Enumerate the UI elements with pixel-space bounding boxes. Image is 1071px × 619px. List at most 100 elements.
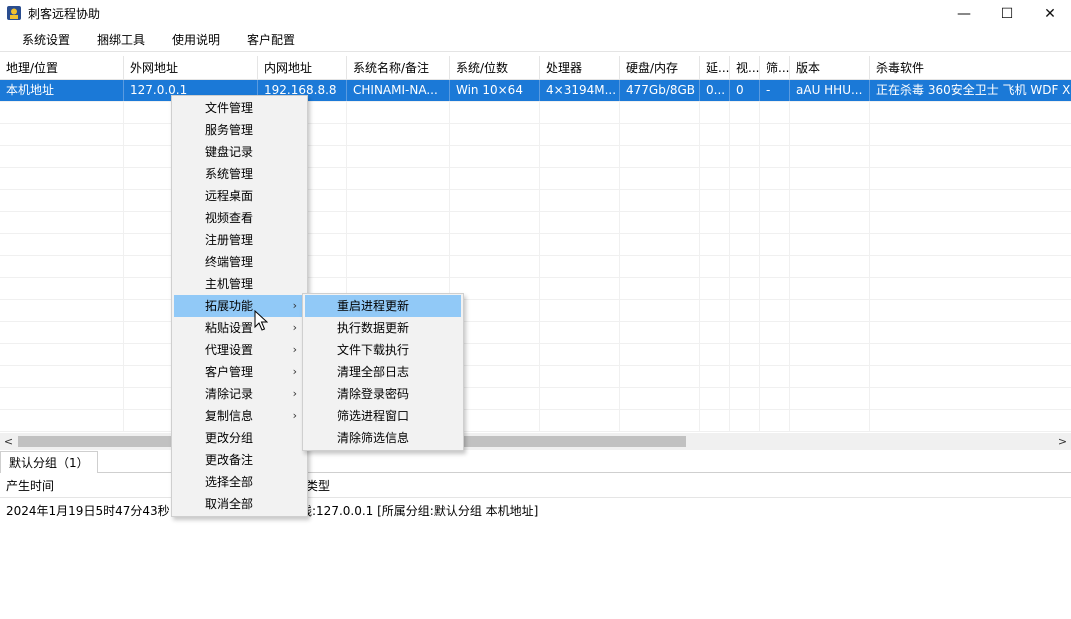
- grid-line: [699, 344, 700, 366]
- context-menu-item[interactable]: 拓展功能 ›: [174, 295, 305, 317]
- grid-line: [699, 124, 700, 146]
- table-row-empty[interactable]: [0, 388, 1071, 410]
- column-header-os-bits[interactable]: 系统/位数: [450, 56, 540, 80]
- log-column-time[interactable]: 产生时间: [0, 474, 54, 498]
- context-menu-item[interactable]: 系统管理: [174, 163, 305, 185]
- table-row-empty[interactable]: [0, 212, 1071, 234]
- grid-line: [619, 344, 620, 366]
- grid-line: [346, 234, 347, 256]
- grid-line: [869, 168, 870, 190]
- grid-line: [789, 366, 790, 388]
- grid-line: [869, 322, 870, 344]
- grid-line: [619, 168, 620, 190]
- column-header-cpu[interactable]: 处理器: [540, 56, 620, 80]
- table-row-empty[interactable]: [0, 410, 1071, 432]
- grid-line: [729, 146, 730, 168]
- column-header-latency[interactable]: 延...: [700, 56, 730, 80]
- context-menu-item[interactable]: 主机管理: [174, 273, 305, 295]
- submenu-item[interactable]: 清除登录密码: [305, 383, 461, 405]
- context-menu-item[interactable]: 更改备注: [174, 449, 305, 471]
- context-menu-item[interactable]: 粘贴设置 ›: [174, 317, 305, 339]
- context-menu-item[interactable]: 代理设置 ›: [174, 339, 305, 361]
- grid-line: [729, 190, 730, 212]
- minimize-button[interactable]: —: [941, 0, 987, 28]
- grid-line: [539, 168, 540, 190]
- grid-line: [539, 124, 540, 146]
- context-menu-item[interactable]: 视频查看: [174, 207, 305, 229]
- context-menu-item[interactable]: 注册管理: [174, 229, 305, 251]
- table-row-empty[interactable]: [0, 168, 1071, 190]
- context-menu-item[interactable]: 文件管理: [174, 97, 305, 119]
- table-row-empty[interactable]: [0, 322, 1071, 344]
- column-header-version[interactable]: 版本: [790, 56, 870, 80]
- horizontal-scrollbar[interactable]: < >: [0, 433, 1071, 450]
- column-header-lan-ip[interactable]: 内网地址: [258, 56, 347, 80]
- context-menu-item[interactable]: 客户管理 ›: [174, 361, 305, 383]
- scroll-left-arrow-icon[interactable]: <: [0, 433, 17, 450]
- grid-line: [123, 234, 124, 256]
- tab-default-group[interactable]: 默认分组（1）: [0, 451, 98, 473]
- grid-line: [123, 102, 124, 124]
- context-menu-item-label: 更改备注: [205, 453, 254, 467]
- table-row-empty[interactable]: [0, 146, 1071, 168]
- menu-bar: 系统设置 捆绑工具 使用说明 客户配置: [0, 28, 1071, 52]
- context-menu-item[interactable]: 键盘记录: [174, 141, 305, 163]
- context-menu-item[interactable]: 远程桌面: [174, 185, 305, 207]
- scroll-right-arrow-icon[interactable]: >: [1054, 433, 1071, 450]
- column-header-video[interactable]: 视...: [730, 56, 760, 80]
- table-row-empty[interactable]: [0, 300, 1071, 322]
- submenu-item[interactable]: 清理全部日志: [305, 361, 461, 383]
- context-menu-item[interactable]: 复制信息 ›: [174, 405, 305, 427]
- grid-line: [869, 102, 870, 124]
- column-header-antivirus[interactable]: 杀毒软件: [870, 56, 1071, 80]
- extension-submenu: 重启进程更新 执行数据更新 文件下载执行 清理全部日志 清除登录密码 筛选进程窗口 清除筛选…: [302, 293, 464, 451]
- submenu-item[interactable]: 清除筛选信息: [305, 427, 461, 449]
- submenu-item[interactable]: 筛选进程窗口: [305, 405, 461, 427]
- grid-line: [699, 388, 700, 410]
- table-body: 本机地址 127.0.0.1 192.168.8.8 CHINAMI-NA...…: [0, 80, 1071, 433]
- grid-line: [789, 278, 790, 300]
- table-row-empty[interactable]: [0, 278, 1071, 300]
- context-menu-item[interactable]: 更改分组: [174, 427, 305, 449]
- grid-line: [869, 344, 870, 366]
- table-row-empty[interactable]: [0, 234, 1071, 256]
- context-menu-item[interactable]: 取消全部: [174, 493, 305, 515]
- maximize-button[interactable]: ☐: [984, 0, 1030, 28]
- table-row-empty[interactable]: [0, 344, 1071, 366]
- grid-line: [869, 278, 870, 300]
- context-menu-item-label: 拓展功能: [205, 299, 254, 313]
- context-menu-item[interactable]: 终端管理: [174, 251, 305, 273]
- context-menu-item-label: 客户管理: [205, 365, 254, 379]
- submenu-item[interactable]: 重启进程更新: [305, 295, 461, 317]
- context-menu-item[interactable]: 选择全部: [174, 471, 305, 493]
- submenu-item[interactable]: 文件下载执行: [305, 339, 461, 361]
- table-row-empty[interactable]: [0, 102, 1071, 124]
- table-row-empty[interactable]: [0, 190, 1071, 212]
- menu-instructions[interactable]: 使用说明: [172, 32, 220, 48]
- column-header-location[interactable]: 地理/位置: [0, 56, 124, 80]
- table-row[interactable]: 本机地址 127.0.0.1 192.168.8.8 CHINAMI-NA...…: [0, 80, 1071, 102]
- close-button[interactable]: ✕: [1027, 0, 1071, 28]
- context-menu-item-label: 服务管理: [205, 123, 254, 137]
- menu-bundle-tools[interactable]: 捆绑工具: [97, 32, 145, 48]
- submenu-item[interactable]: 执行数据更新: [305, 317, 461, 339]
- menu-system-settings[interactable]: 系统设置: [22, 32, 70, 48]
- table-row-empty[interactable]: [0, 366, 1071, 388]
- grid-line: [729, 300, 730, 322]
- grid-line: [789, 168, 790, 190]
- table-row-empty[interactable]: [0, 124, 1071, 146]
- context-menu-item[interactable]: 服务管理: [174, 119, 305, 141]
- grid-line: [729, 212, 730, 234]
- group-tabs: 默认分组（1）: [0, 451, 1071, 473]
- column-header-wan-ip[interactable]: 外网地址: [124, 56, 258, 80]
- grid-line: [699, 102, 700, 124]
- column-header-filter[interactable]: 筛...: [760, 56, 790, 80]
- column-header-disk-memory[interactable]: 硬盘/内存: [620, 56, 700, 80]
- grid-line: [619, 212, 620, 234]
- menu-client-config[interactable]: 客户配置: [247, 32, 295, 48]
- grid-line: [619, 234, 620, 256]
- grid-line: [449, 190, 450, 212]
- table-row-empty[interactable]: [0, 256, 1071, 278]
- column-header-system-name[interactable]: 系统名称/备注: [347, 56, 450, 80]
- context-menu-item[interactable]: 清除记录 ›: [174, 383, 305, 405]
